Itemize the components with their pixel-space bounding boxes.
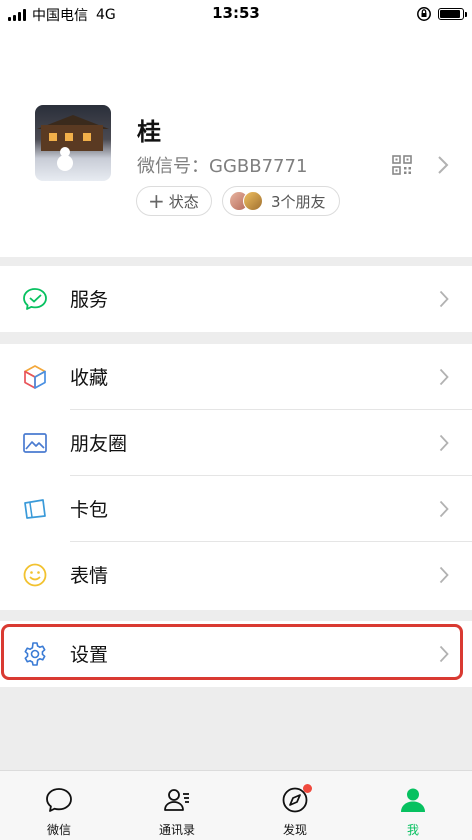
chat-bubble-icon xyxy=(46,788,72,812)
qr-code-icon[interactable] xyxy=(392,155,412,175)
notification-dot xyxy=(303,784,312,793)
friends-count-label: 3个朋友 xyxy=(271,192,326,211)
tab-chats[interactable]: 微信 xyxy=(0,771,118,840)
nickname: 桂 xyxy=(137,118,161,146)
card-wallet-icon xyxy=(24,499,46,519)
service-section: 服务 xyxy=(0,266,472,332)
main-menu-section: 收藏 朋友圈 卡包 表情 xyxy=(0,344,472,610)
plus-icon: + xyxy=(148,189,165,213)
status-right xyxy=(416,6,467,22)
chevron-right-icon xyxy=(439,434,449,452)
gear-icon xyxy=(24,642,46,666)
chevron-right-icon[interactable] xyxy=(436,154,450,176)
status-bar: 中国电信 4G 13:53 xyxy=(0,0,472,28)
emoji-smiley-icon xyxy=(23,563,47,587)
person-icon xyxy=(401,788,425,812)
menu-label: 朋友圈 xyxy=(70,433,128,455)
status-label: 状态 xyxy=(168,192,199,211)
menu-item-cards[interactable]: 卡包 xyxy=(0,476,472,542)
settings-section: 设置 xyxy=(0,621,472,687)
tab-contacts[interactable]: 通讯录 xyxy=(118,771,236,840)
service-icon xyxy=(23,288,47,310)
tab-me[interactable]: 我 xyxy=(354,771,472,840)
add-status-button[interactable]: + 状态 xyxy=(136,186,212,216)
tab-label: 我 xyxy=(406,823,419,837)
menu-item-stickers[interactable]: 表情 xyxy=(0,542,472,608)
friends-status-button[interactable]: 3个朋友 xyxy=(222,186,340,216)
chevron-right-icon xyxy=(439,566,449,584)
battery-icon xyxy=(438,8,467,20)
menu-label: 设置 xyxy=(70,644,109,666)
bottom-tab-bar: 微信 通讯录 发现 我 xyxy=(0,770,472,840)
orientation-lock-icon xyxy=(417,7,431,21)
chevron-right-icon xyxy=(439,290,449,308)
menu-label: 卡包 xyxy=(70,499,109,521)
friend-avatar xyxy=(243,191,263,211)
menu-label: 表情 xyxy=(70,565,109,587)
favorites-cube-icon xyxy=(24,365,46,389)
profile-header[interactable]: 桂 微信号：GGBB7771 + 状态 3个朋友 xyxy=(0,28,472,257)
tab-label: 通讯录 xyxy=(158,823,195,837)
tab-discover[interactable]: 发现 xyxy=(236,771,354,840)
chevron-right-icon xyxy=(439,645,449,663)
menu-item-settings[interactable]: 设置 xyxy=(0,621,472,687)
chevron-right-icon xyxy=(439,368,449,386)
menu-item-favorites[interactable]: 收藏 xyxy=(0,344,472,410)
status-clock: 13:53 xyxy=(212,4,260,22)
wechat-id: 微信号：GGBB7771 xyxy=(137,156,308,177)
menu-item-moments[interactable]: 朋友圈 xyxy=(0,410,472,476)
moments-image-icon xyxy=(23,433,47,453)
menu-label: 收藏 xyxy=(70,367,109,389)
chevron-right-icon xyxy=(439,500,449,518)
avatar[interactable] xyxy=(35,105,111,181)
menu-label: 服务 xyxy=(70,289,109,311)
menu-item-service[interactable]: 服务 xyxy=(0,266,472,332)
tab-label: 发现 xyxy=(282,823,307,837)
contacts-icon xyxy=(164,789,189,811)
tab-label: 微信 xyxy=(46,823,71,837)
